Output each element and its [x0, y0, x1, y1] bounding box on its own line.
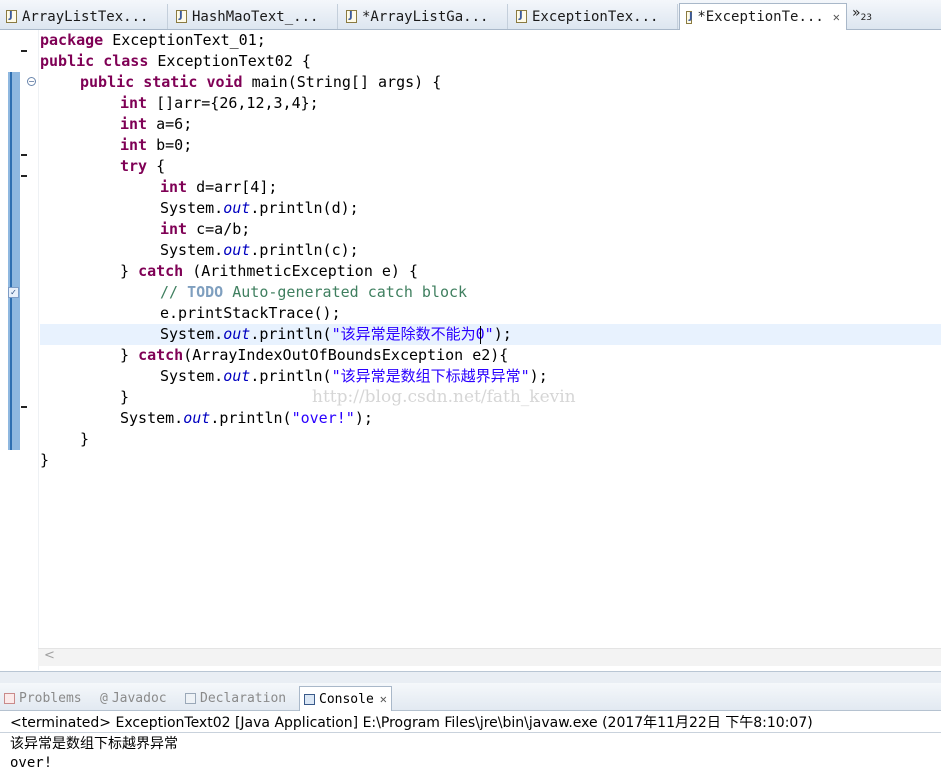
java-file-icon	[516, 10, 527, 23]
code-line-4: int []arr={26,12,3,4};	[120, 94, 319, 112]
code-line-1: package ExceptionText_01;	[40, 31, 266, 49]
horizontal-scrollbar[interactable]	[38, 648, 941, 666]
quick-diff-marker	[21, 50, 27, 52]
tab-label: *ExceptionTe...	[697, 9, 824, 25]
tab-console-label: Console	[319, 691, 374, 707]
tab-label: ExceptionTex...	[532, 8, 659, 25]
code-line-21: }	[40, 451, 50, 469]
console-output-line: over!	[10, 755, 53, 771]
editor-tab-exceptiontext[interactable]: ExceptionTex...	[510, 4, 678, 29]
tab-declaration[interactable]: Declaration	[185, 687, 286, 709]
code-line-16: } catch(ArrayIndexOutOfBoundsException e…	[120, 346, 509, 364]
close-tab-icon[interactable]: ✕	[380, 692, 387, 706]
scroll-left-arrow-icon[interactable]: <	[44, 648, 55, 663]
editor-tab-arraylistga[interactable]: *ArrayListGa...	[340, 4, 508, 29]
code-line-13: // TODO Auto-generated catch block	[160, 283, 468, 301]
code-line-7: try {	[120, 157, 166, 175]
close-tab-icon[interactable]: ✕	[833, 10, 840, 24]
java-file-icon	[686, 10, 693, 24]
tab-javadoc-label: Javadoc	[111, 690, 167, 706]
watermark-text: http://blog.csdn.net/fath_kevin	[312, 387, 576, 407]
code-line-11: System.out.println(c);	[160, 241, 359, 259]
console-output-line: 该异常是数组下标越界异常	[10, 736, 178, 752]
declaration-icon	[185, 692, 196, 704]
editor-tab-hashmaotext[interactable]: HashMaoText_...	[170, 4, 338, 29]
code-line-19: System.out.println("over!");	[120, 409, 373, 427]
code-line-6: int b=0;	[120, 136, 193, 154]
overflow-count: 23	[860, 13, 873, 23]
tab-label: *ArrayListGa...	[362, 8, 489, 25]
java-file-icon	[346, 10, 357, 23]
task-marker-icon[interactable]: ✓	[8, 287, 19, 298]
change-ruler-line	[10, 72, 12, 450]
editor-tab-exceptiontext02-active[interactable]: *ExceptionTe... ✕	[679, 3, 847, 30]
code-line-18: }	[120, 388, 130, 406]
view-tab-bar: Problems @ Javadoc Declaration Console ✕	[0, 683, 941, 711]
code-line-15: System.out.println("该异常是除数不能为0");	[160, 325, 512, 343]
editor-tab-bar: ArrayListTex... HashMaoText_... *ArrayLi…	[0, 0, 941, 30]
tab-overflow-button[interactable]: »23	[852, 5, 872, 23]
quick-diff-marker	[21, 406, 27, 408]
tab-label: HashMaoText_...	[192, 8, 319, 25]
tab-problems[interactable]: Problems	[4, 687, 82, 709]
code-line-12: } catch (ArithmeticException e) {	[120, 262, 419, 280]
chevron-icon: »	[852, 5, 861, 21]
code-line-10: int c=a/b;	[160, 220, 251, 238]
tab-console[interactable]: Console ✕	[299, 686, 393, 711]
javadoc-icon: @	[100, 690, 108, 706]
code-line-14: e.printStackTrace();	[160, 304, 341, 322]
code-line-20: }	[80, 430, 90, 448]
code-line-5: int a=6;	[120, 115, 193, 133]
tab-javadoc[interactable]: @ Javadoc	[100, 687, 167, 709]
tab-problems-label: Problems	[19, 690, 82, 706]
quick-diff-marker	[21, 175, 27, 177]
code-line-9: System.out.println(d);	[160, 199, 359, 217]
fold-collapse-icon[interactable]: −	[27, 77, 36, 86]
console-status: <terminated> ExceptionText02 [Java Appli…	[10, 715, 813, 731]
java-file-icon	[6, 10, 17, 23]
editor-tab-arraylisttext[interactable]: ArrayListTex...	[0, 4, 168, 29]
tab-declaration-label: Declaration	[200, 690, 287, 706]
code-line-2: public class ExceptionText02 {	[40, 52, 311, 70]
code-line-3: public static void main(String[] args) {	[80, 73, 442, 91]
code-line-17: System.out.println("该异常是数组下标越界异常");	[160, 367, 548, 385]
code-line-8: int d=arr[4];	[160, 178, 278, 196]
problems-icon	[4, 692, 15, 704]
java-file-icon	[176, 10, 187, 23]
tab-label: ArrayListTex...	[22, 8, 149, 25]
text-caret	[480, 326, 481, 344]
quick-diff-marker	[21, 154, 27, 156]
console-icon	[304, 693, 315, 705]
editor-ruler	[0, 30, 39, 670]
